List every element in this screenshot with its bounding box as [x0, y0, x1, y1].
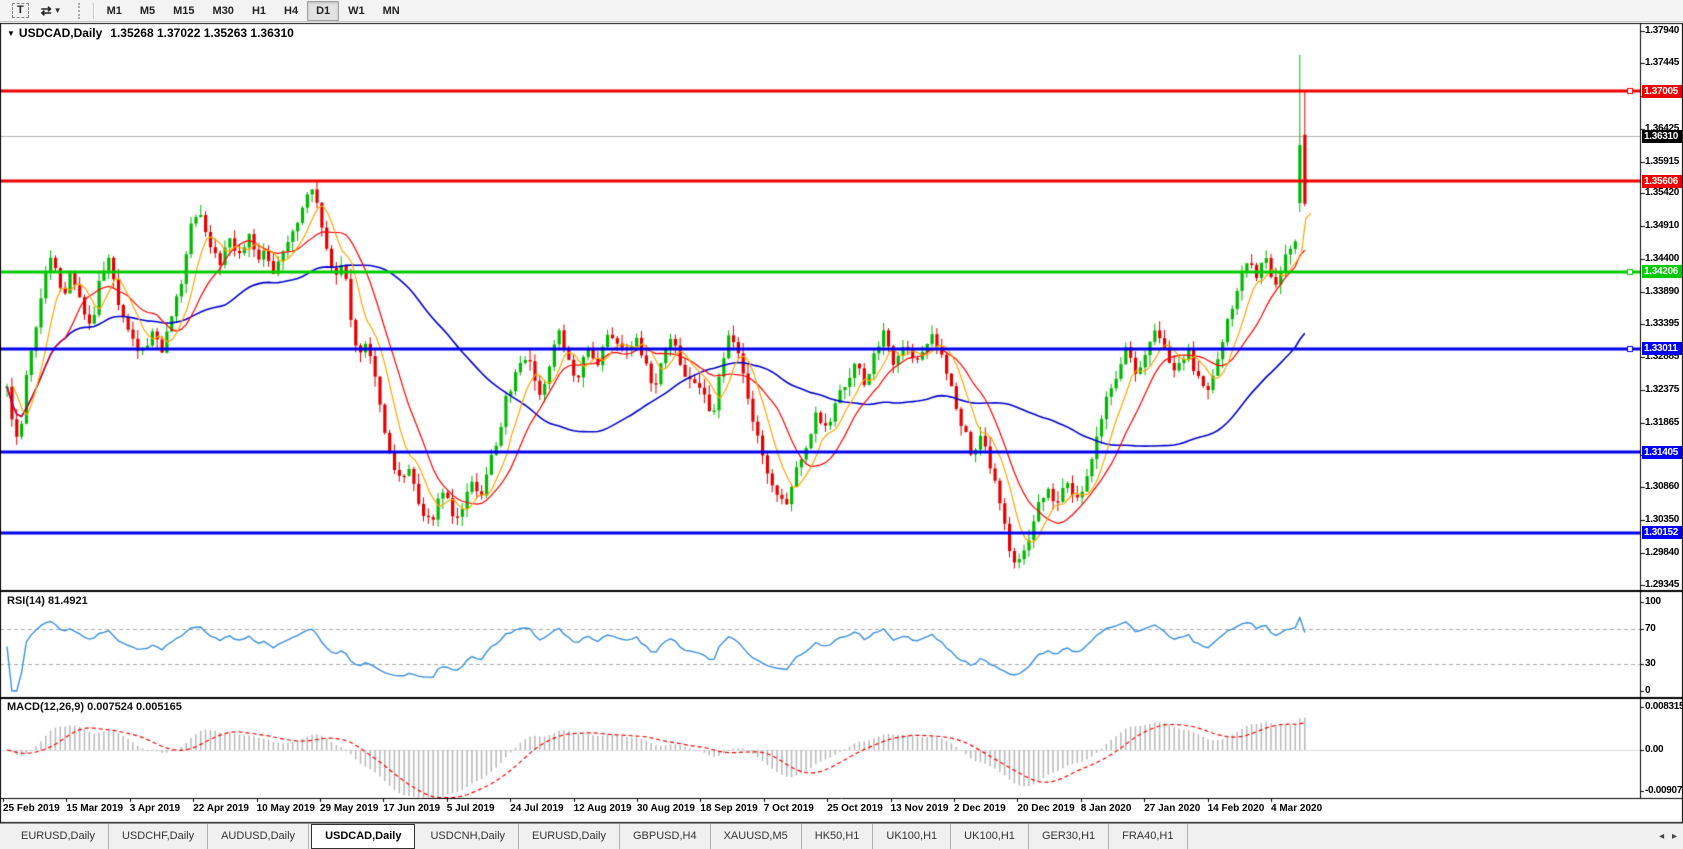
date-label: 10 May 2019 — [257, 803, 315, 814]
tab-audusd-daily[interactable]: AUDUSD,Daily — [208, 824, 309, 849]
hline-price-label[interactable]: 1.34206 — [1642, 265, 1682, 278]
tab-usdcad-daily[interactable]: USDCAD,Daily — [311, 824, 415, 849]
date-label: 27 Jan 2020 — [1144, 803, 1200, 814]
chart-canvas[interactable] — [0, 0, 1683, 849]
price-tick-label: 1.33395 — [1645, 318, 1682, 329]
date-label: 8 Jan 2020 — [1081, 803, 1132, 814]
macd-indicator-label: MACD(12,26,9) 0.007524 0.005165 — [7, 701, 182, 713]
toolbar-separator — [93, 3, 94, 19]
date-label: 17 Jun 2019 — [383, 803, 440, 814]
macd-scale-label: 0.008315 — [1645, 701, 1683, 712]
tab-xauusd-m5[interactable]: XAUUSD,M5 — [711, 824, 802, 849]
hline-price-label[interactable]: 1.35606 — [1642, 175, 1682, 188]
timeframe-button-m30[interactable]: M30 — [204, 1, 243, 21]
chart-tabs-bar: EURUSD,DailyUSDCHF,DailyAUDUSD,DailyUSDC… — [0, 823, 1683, 849]
current-price-label: 1.36310 — [1642, 130, 1682, 143]
date-label: 3 Apr 2019 — [130, 803, 180, 814]
symbol-label: USDCAD,Daily — [19, 26, 102, 40]
date-label: 4 Mar 2020 — [1271, 803, 1322, 814]
price-tick-label: 1.34400 — [1645, 253, 1682, 264]
tab-hk50-h1[interactable]: HK50,H1 — [802, 824, 874, 849]
date-label: 22 Apr 2019 — [193, 803, 249, 814]
chevron-down-icon: ▼ — [54, 6, 62, 15]
price-tick-label: 1.29345 — [1645, 579, 1682, 590]
rsi-scale-label: 30 — [1645, 658, 1656, 669]
date-label: 30 Aug 2019 — [637, 803, 695, 814]
hline-price-label[interactable]: 1.33011 — [1642, 342, 1682, 355]
date-label: 29 May 2019 — [320, 803, 378, 814]
text-tool-icon: T — [12, 3, 29, 18]
macd-scale-label: 0.00 — [1645, 744, 1663, 755]
chart-tabs: EURUSD,DailyUSDCHF,DailyAUDUSD,DailyUSDC… — [0, 824, 1188, 849]
date-label: 20 Dec 2019 — [1017, 803, 1074, 814]
timeframe-button-m5[interactable]: M5 — [131, 1, 164, 21]
tab-ger30-h1[interactable]: GER30,H1 — [1029, 824, 1109, 849]
hline-price-label[interactable]: 1.30152 — [1642, 526, 1682, 539]
price-tick-label: 1.35915 — [1645, 156, 1682, 167]
price-tick-label: 1.30860 — [1645, 481, 1682, 492]
price-tick-label: 1.30350 — [1645, 514, 1682, 525]
timeframe-group: M1M5M15M30H1H4D1W1MN — [98, 1, 409, 21]
price-tick-label: 1.31865 — [1645, 417, 1682, 428]
tab-scroll-arrows: ◂ ▸ — [1654, 831, 1677, 842]
date-label: 25 Oct 2019 — [827, 803, 883, 814]
date-label: 13 Nov 2019 — [891, 803, 949, 814]
date-label: 24 Jul 2019 — [510, 803, 563, 814]
tab-usdcnh-daily[interactable]: USDCNH,Daily — [417, 824, 519, 849]
hline-price-label[interactable]: 1.37005 — [1642, 85, 1682, 98]
tab-uk100-h1[interactable]: UK100,H1 — [951, 824, 1029, 849]
date-label: 12 Aug 2019 — [574, 803, 632, 814]
toolbar: T ⇄ ▼ M1M5M15M30H1H4D1W1MN — [0, 0, 1683, 22]
date-label: 7 Oct 2019 — [764, 803, 814, 814]
mt4-window: T ⇄ ▼ M1M5M15M30H1H4D1W1MN ▼ USDCAD,Daily… — [0, 0, 1683, 849]
price-tick-label: 1.33890 — [1645, 286, 1682, 297]
chart-dropdown-icon[interactable]: ▼ — [7, 29, 15, 38]
date-label: 25 Feb 2019 — [3, 803, 60, 814]
price-tick-label: 1.37445 — [1645, 57, 1682, 68]
tab-eurusd-daily[interactable]: EURUSD,Daily — [519, 824, 620, 849]
tab-usdchf-daily[interactable]: USDCHF,Daily — [109, 824, 208, 849]
price-tick-label: 1.37940 — [1645, 25, 1682, 36]
timeframe-button-m15[interactable]: M15 — [164, 1, 203, 21]
tabs-scroll-right-button[interactable]: ▸ — [1672, 831, 1677, 842]
date-label: 2 Dec 2019 — [954, 803, 1006, 814]
date-label: 5 Jul 2019 — [447, 803, 495, 814]
price-tick-label: 1.34910 — [1645, 220, 1682, 231]
timeframe-button-m1[interactable]: M1 — [98, 1, 131, 21]
timeframe-button-h4[interactable]: H4 — [275, 1, 307, 21]
price-tick-label: 1.29840 — [1645, 547, 1682, 558]
tab-gbpusd-h4[interactable]: GBPUSD,H4 — [620, 824, 711, 849]
timeframe-button-h1[interactable]: H1 — [243, 1, 275, 21]
timeframe-button-d1[interactable]: D1 — [307, 1, 339, 21]
cycle-symbols-button[interactable]: ⇄ ▼ — [36, 1, 67, 21]
date-label: 15 Mar 2019 — [66, 803, 123, 814]
rsi-scale-label: 70 — [1645, 623, 1656, 634]
hline-price-label[interactable]: 1.31405 — [1642, 446, 1682, 459]
tab-fra40-h1[interactable]: FRA40,H1 — [1109, 824, 1187, 849]
rsi-scale-label: 0 — [1645, 685, 1650, 696]
timeframe-button-w1[interactable]: W1 — [339, 1, 374, 21]
tab-uk100-h1[interactable]: UK100,H1 — [873, 824, 951, 849]
toolbar-grip[interactable] — [78, 3, 83, 19]
rsi-indicator-label: RSI(14) 81.4921 — [7, 595, 88, 607]
tabs-scroll-left-button[interactable]: ◂ — [1659, 831, 1664, 842]
macd-scale-label: -0.009071 — [1645, 785, 1683, 796]
text-label-tool-button[interactable]: T — [7, 1, 34, 21]
rsi-scale-label: 100 — [1645, 596, 1661, 607]
price-tick-label: 1.32375 — [1645, 384, 1682, 395]
cycle-arrows-icon: ⇄ — [41, 3, 52, 19]
timeframe-button-mn[interactable]: MN — [374, 1, 409, 21]
price-tick-label: 1.35420 — [1645, 187, 1682, 198]
chart-title-bar: ▼ USDCAD,Daily 1.35268 1.37022 1.35263 1.3… — [7, 26, 294, 40]
ohlc-values: 1.35268 1.37022 1.35263 1.36310 — [110, 26, 294, 40]
date-label: 14 Feb 2020 — [1208, 803, 1265, 814]
tab-eurusd-daily[interactable]: EURUSD,Daily — [8, 824, 109, 849]
date-label: 18 Sep 2019 — [700, 803, 757, 814]
